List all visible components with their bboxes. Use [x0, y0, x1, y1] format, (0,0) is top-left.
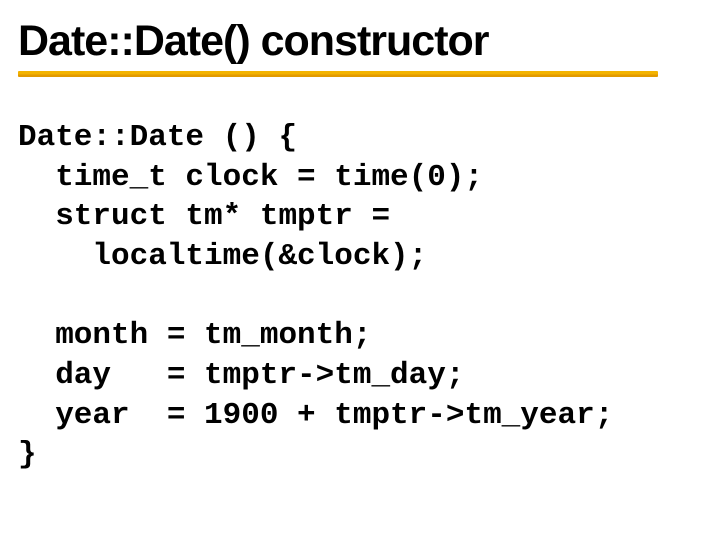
code-block: Date::Date () { time_t clock = time(0); … — [18, 118, 613, 475]
slide-title: Date::Date() constructor — [18, 18, 698, 75]
code-line: } — [18, 437, 37, 472]
code-line: Date::Date () { — [18, 120, 297, 155]
code-line: struct tm* tmptr = — [18, 199, 390, 234]
slide: Date::Date() constructor Date::Date () {… — [0, 0, 720, 540]
title-area: Date::Date() constructor — [18, 18, 698, 77]
code-line: year = 1900 + tmptr->tm_year; — [18, 398, 613, 433]
code-line: time_t clock = time(0); — [18, 160, 483, 195]
code-line: month = tm_month; — [18, 318, 371, 353]
code-line: day = tmptr->tm_day; — [18, 358, 464, 393]
title-underline — [18, 71, 658, 77]
code-line: localtime(&clock); — [18, 239, 427, 274]
